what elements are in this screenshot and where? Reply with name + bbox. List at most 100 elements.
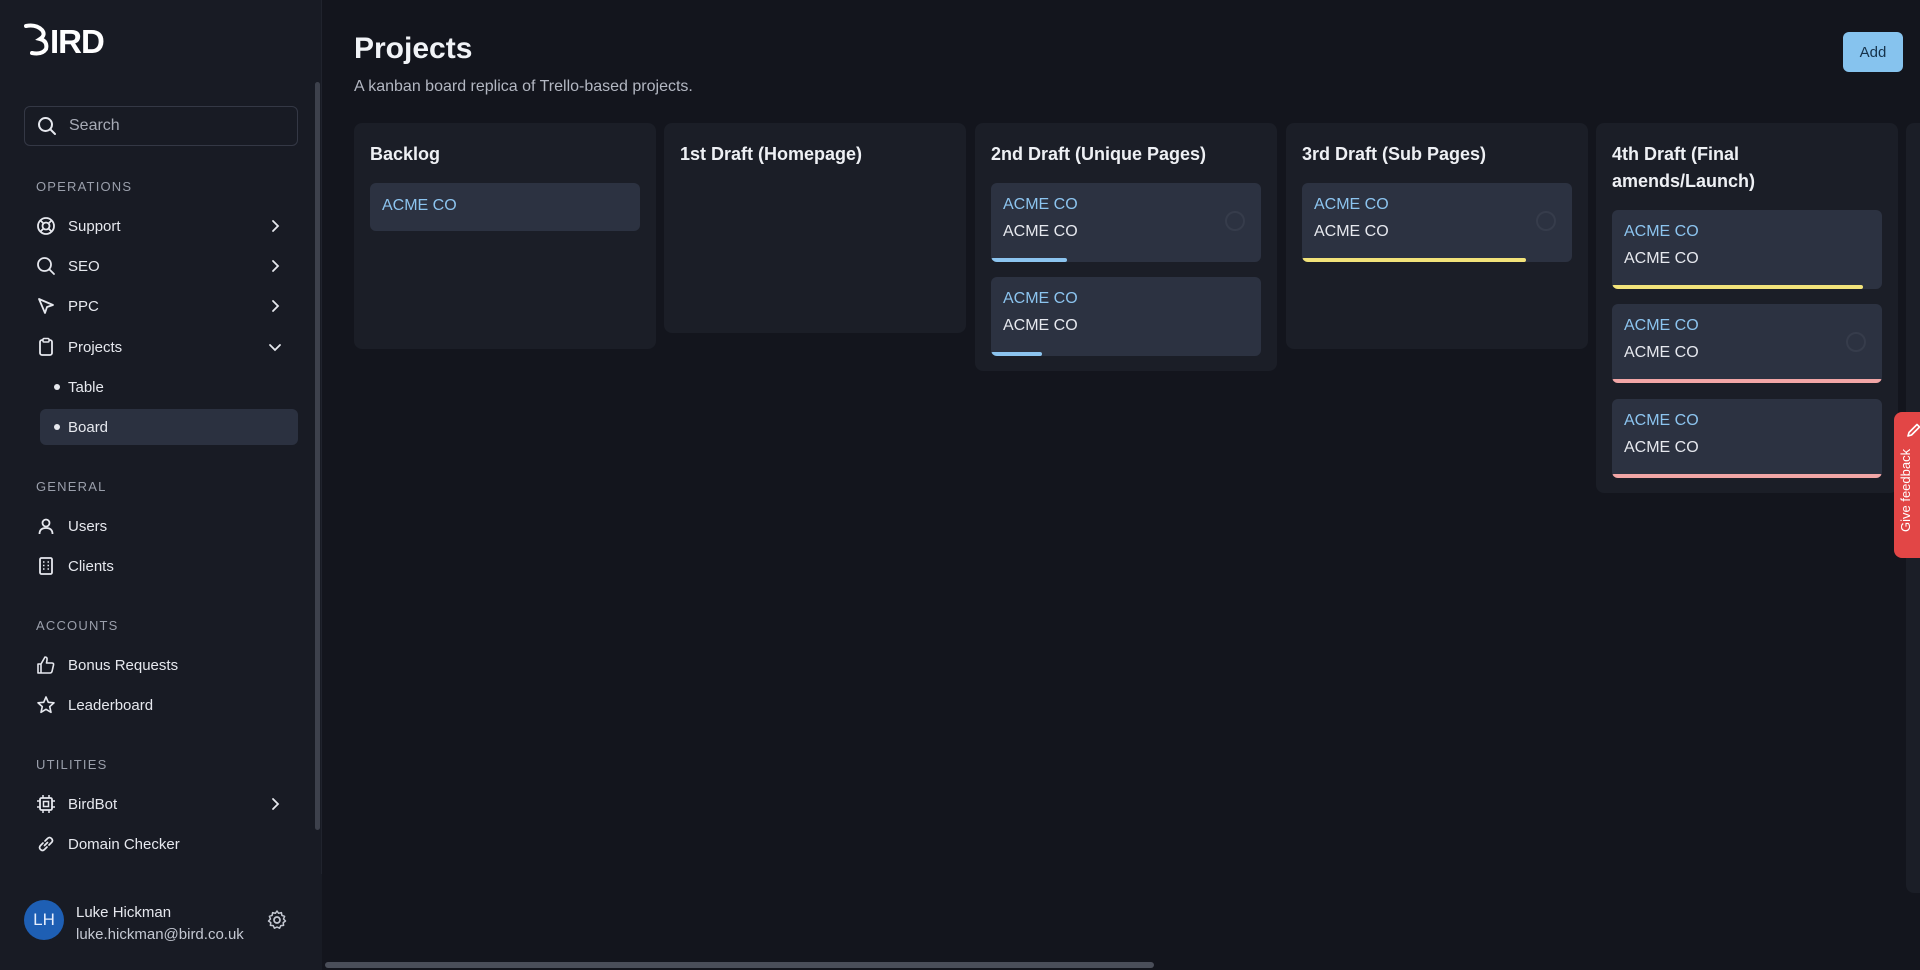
card-subtitle: ACME CO: [1314, 223, 1389, 240]
board-column: Backlog ACME CO: [354, 123, 656, 349]
sidebar-item-ppc[interactable]: PPC: [36, 288, 298, 324]
search-icon: [38, 117, 56, 135]
card-subtitle: ACME CO: [1624, 344, 1699, 361]
sidebar-item-label: Domain Checker: [68, 835, 180, 853]
sidebar-scrollbar[interactable]: [315, 82, 320, 830]
sidebar-item-label: SEO: [68, 257, 100, 275]
star-icon: [36, 695, 56, 715]
column-title: 4th Draft (Final amends/Launch): [1612, 144, 1756, 191]
card-subtitle: ACME CO: [1624, 439, 1699, 456]
board-scrollbar-thumb[interactable]: [325, 962, 1154, 968]
user-email: luke.hickman@bird.co.uk: [76, 926, 244, 943]
page-subtitle: A kanban board replica of Trello-based p…: [354, 78, 693, 95]
card-subtitle: ACME CO: [1003, 223, 1078, 240]
sidebar-item-domain-checker[interactable]: Domain Checker: [36, 826, 298, 862]
user-name: Luke Hickman: [76, 904, 172, 921]
give-feedback-label: Give feedback: [1898, 448, 1913, 532]
link-icon: [36, 834, 56, 854]
card-progress-bar: [1612, 379, 1882, 383]
sidebar-item-support[interactable]: Support: [36, 208, 298, 244]
project-card[interactable]: ACME CO ACME CO: [1612, 210, 1882, 289]
board-column: 1st Draft (Homepage): [664, 123, 966, 333]
sidebar-item-label: PPC: [68, 297, 99, 315]
gear-icon[interactable]: [266, 909, 288, 931]
section-title-utilities: UTILITIES: [36, 757, 108, 772]
sidebar-subitem-label: Board: [68, 418, 109, 436]
sidebar: IRD OPERATIONS Support SEO PPC Projects …: [0, 0, 322, 970]
bullet-dot: [54, 424, 60, 430]
card-title: ACME CO: [1624, 317, 1699, 334]
chevron-right-icon: [272, 260, 280, 272]
column-title: 2nd Draft (Unique Pages): [991, 144, 1207, 164]
give-feedback-tab[interactable]: Give feedback: [1894, 412, 1920, 558]
user-icon: [36, 516, 56, 536]
project-card[interactable]: ACME CO: [370, 183, 640, 231]
card-title: ACME CO: [1624, 412, 1699, 429]
card-status-icon: [1223, 209, 1247, 238]
card-progress-bar: [1302, 258, 1527, 262]
board-column: 4th Draft (Final amends/Launch) ACME CO …: [1596, 123, 1898, 493]
sidebar-item-label: Projects: [68, 338, 123, 356]
sidebar-item-seo[interactable]: SEO: [36, 248, 298, 284]
card-status-icon: [1534, 209, 1558, 238]
card-title: ACME CO: [1003, 196, 1078, 213]
board-column: 2nd Draft (Unique Pages) ACME CO ACME CO…: [975, 123, 1277, 371]
pencil-icon: [1907, 423, 1920, 437]
add-button[interactable]: Add: [1843, 32, 1903, 72]
card-progress-bar: [1612, 285, 1864, 289]
card-subtitle: ACME CO: [1624, 250, 1699, 267]
project-card[interactable]: ACME CO ACME CO: [1612, 399, 1882, 478]
cursor-click-icon: [36, 296, 56, 316]
section-title-general: GENERAL: [36, 479, 107, 494]
chevron-down-icon: [269, 344, 281, 352]
chevron-right-icon: [272, 220, 280, 232]
card-title: ACME CO: [382, 197, 457, 214]
column-title: 1st Draft (Homepage): [680, 144, 863, 164]
sidebar-item-leaderboard[interactable]: Leaderboard: [36, 687, 298, 723]
sidebar-item-label: Leaderboard: [68, 696, 154, 714]
sidebar-item-users[interactable]: Users: [36, 508, 298, 544]
sidebar-item-bonus-requests[interactable]: Bonus Requests: [36, 647, 298, 683]
board-column: 3rd Draft (Sub Pages) ACME CO ACME CO: [1286, 123, 1588, 349]
avatar[interactable]: LH: [24, 900, 64, 940]
project-card[interactable]: ACME CO ACME CO: [991, 183, 1261, 262]
section-title-operations: OPERATIONS: [36, 179, 133, 194]
chevron-right-icon: [272, 300, 280, 312]
sidebar-item-label: Support: [68, 217, 121, 235]
search-input[interactable]: [69, 117, 269, 135]
page-title: Projects: [354, 32, 473, 65]
card-title: ACME CO: [1314, 196, 1389, 213]
sidebar-item-projects[interactable]: Projects: [36, 329, 298, 365]
card-progress-bar: [991, 258, 1067, 262]
card-title: ACME CO: [1624, 223, 1699, 240]
card-subtitle: ACME CO: [1003, 317, 1078, 334]
sidebar-item-label: Bonus Requests: [68, 656, 179, 674]
sidebar-item-label: Clients: [68, 557, 114, 575]
chevron-right-icon: [272, 798, 280, 810]
cpu-chip-icon: [36, 794, 56, 814]
svg-text:IRD: IRD: [50, 23, 104, 56]
card-status-icon: [1844, 330, 1868, 359]
clipboard-icon: [36, 337, 56, 357]
lifebuoy-icon: [36, 216, 56, 236]
building-icon: [36, 556, 56, 576]
sidebar-subitem-table[interactable]: Table: [40, 369, 298, 405]
column-title: Backlog: [370, 144, 441, 164]
search-icon: [36, 256, 56, 276]
sidebar-subitem-label: Table: [68, 378, 104, 396]
sidebar-item-label: BirdBot: [68, 795, 118, 813]
card-progress-bar: [1612, 474, 1882, 478]
sidebar-item-birdbot[interactable]: BirdBot: [36, 786, 298, 822]
card-title: ACME CO: [1003, 290, 1078, 307]
bird-logo[interactable]: IRD: [24, 22, 120, 56]
thumbs-up-icon: [36, 655, 56, 675]
project-card[interactable]: ACME CO ACME CO: [1302, 183, 1572, 262]
column-title: 3rd Draft (Sub Pages): [1302, 144, 1487, 164]
sidebar-item-label: Users: [68, 517, 108, 535]
sidebar-item-clients[interactable]: Clients: [36, 548, 298, 584]
sidebar-subitem-board[interactable]: Board: [40, 409, 298, 445]
project-card[interactable]: ACME CO ACME CO: [1612, 304, 1882, 383]
search-box: [24, 106, 298, 146]
project-card[interactable]: ACME CO ACME CO: [991, 277, 1261, 356]
bullet-dot: [54, 384, 60, 390]
